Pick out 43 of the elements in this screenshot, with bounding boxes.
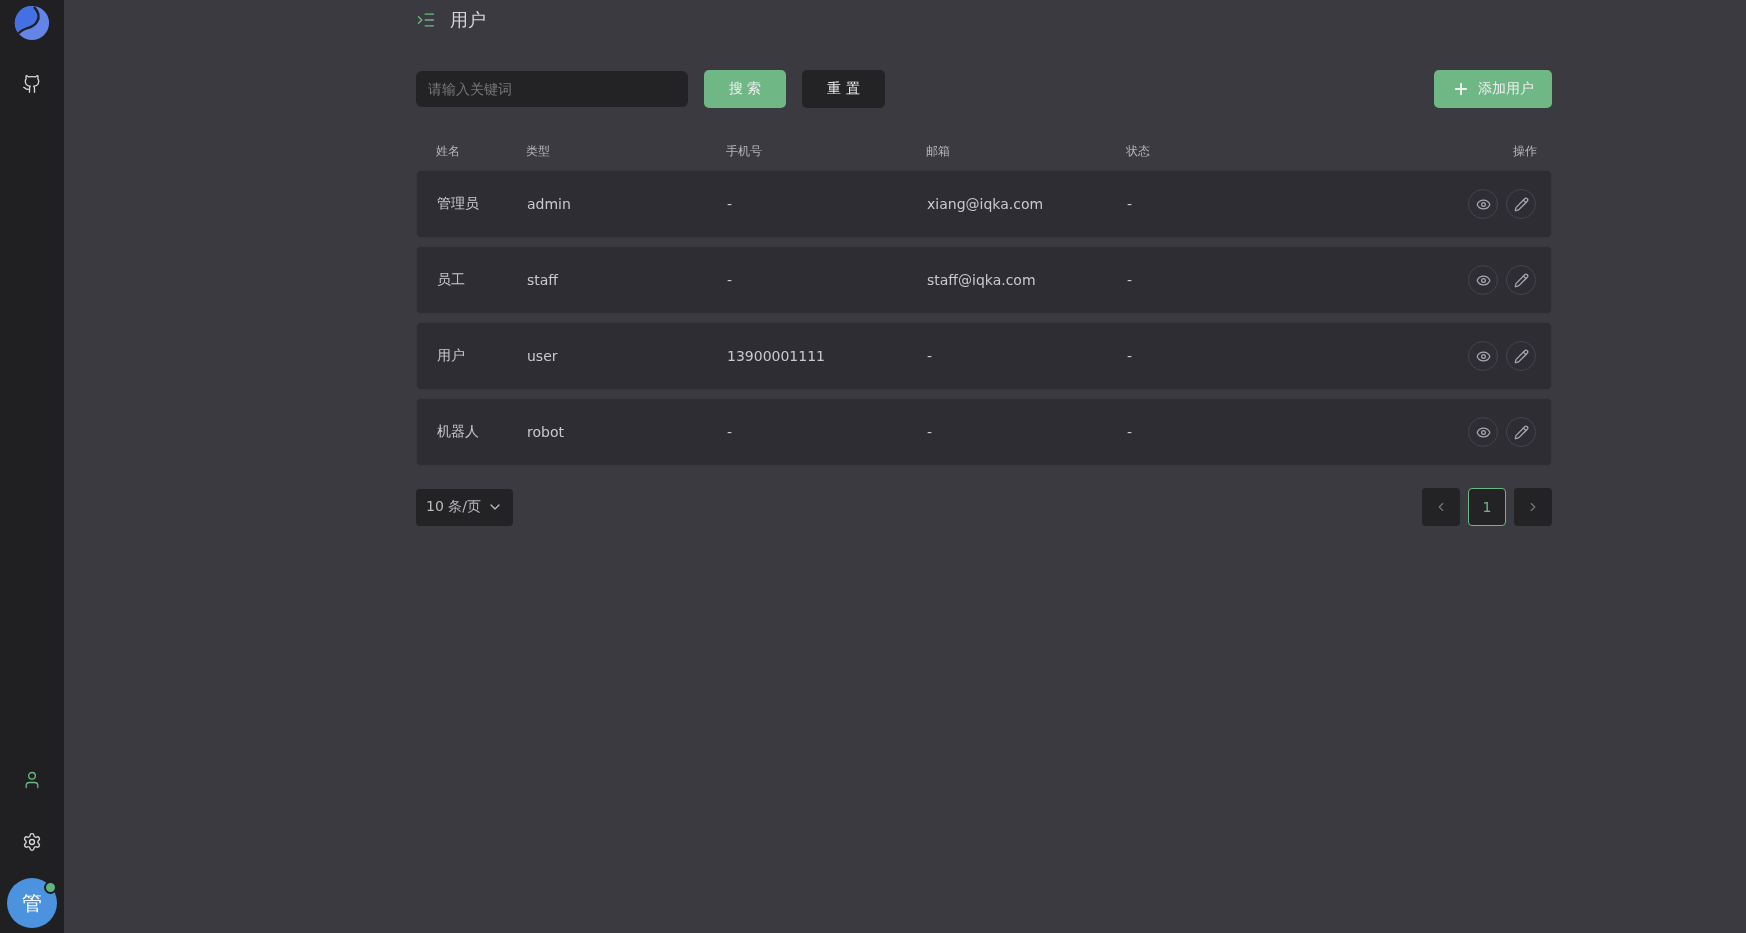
- table-cell: 管理员: [437, 195, 479, 213]
- column-header: 手机号: [726, 142, 762, 160]
- table-cell: robot: [527, 424, 564, 440]
- eye-icon: [1475, 424, 1491, 440]
- pencil-icon: [1513, 196, 1529, 212]
- reset-button[interactable]: 重 置: [802, 70, 885, 108]
- eye-icon: [1475, 272, 1491, 288]
- pencil-icon: [1513, 424, 1529, 440]
- table-cell: -: [1127, 272, 1133, 288]
- table-cell: admin: [527, 196, 571, 212]
- table-cell: 机器人: [437, 423, 479, 441]
- column-header: 邮箱: [926, 142, 950, 160]
- logo-icon: [13, 4, 51, 42]
- table-cell: -: [1127, 196, 1133, 212]
- pencil-icon: [1513, 348, 1529, 364]
- plus-icon: [1452, 80, 1470, 98]
- table-cell: xiang@iqka.com: [927, 196, 1044, 212]
- github-icon[interactable]: [22, 74, 42, 94]
- column-header: 状态: [1126, 142, 1150, 160]
- page-button[interactable]: 1: [1468, 488, 1506, 526]
- pencil-icon: [1513, 272, 1529, 288]
- table-cell: staff: [527, 272, 558, 288]
- page-title: 用户: [450, 8, 486, 32]
- settings-icon[interactable]: [22, 832, 42, 852]
- table-cell: user: [527, 348, 558, 364]
- table-cell: -: [1127, 424, 1133, 440]
- table-cell: 用户: [437, 347, 465, 365]
- column-header: 姓名: [436, 142, 460, 160]
- table-cell: -: [927, 348, 933, 364]
- table-cell: -: [727, 196, 733, 212]
- table-cell: -: [927, 424, 933, 440]
- table-cell: staff@iqka.com: [927, 272, 1036, 288]
- table-cell: -: [1127, 348, 1133, 364]
- table-cell: 员工: [437, 271, 465, 289]
- page-size-dropdown[interactable]: 10 条/页: [416, 488, 513, 526]
- eye-icon: [1475, 196, 1491, 212]
- table-cell: -: [727, 424, 733, 440]
- eye-icon: [1475, 348, 1491, 364]
- table-cell: 13900001111: [727, 348, 825, 364]
- table-cell: -: [727, 272, 733, 288]
- search-field[interactable]: 请输入关键词: [416, 71, 688, 107]
- column-header: 操作: [1513, 142, 1537, 160]
- column-header: 类型: [526, 142, 550, 160]
